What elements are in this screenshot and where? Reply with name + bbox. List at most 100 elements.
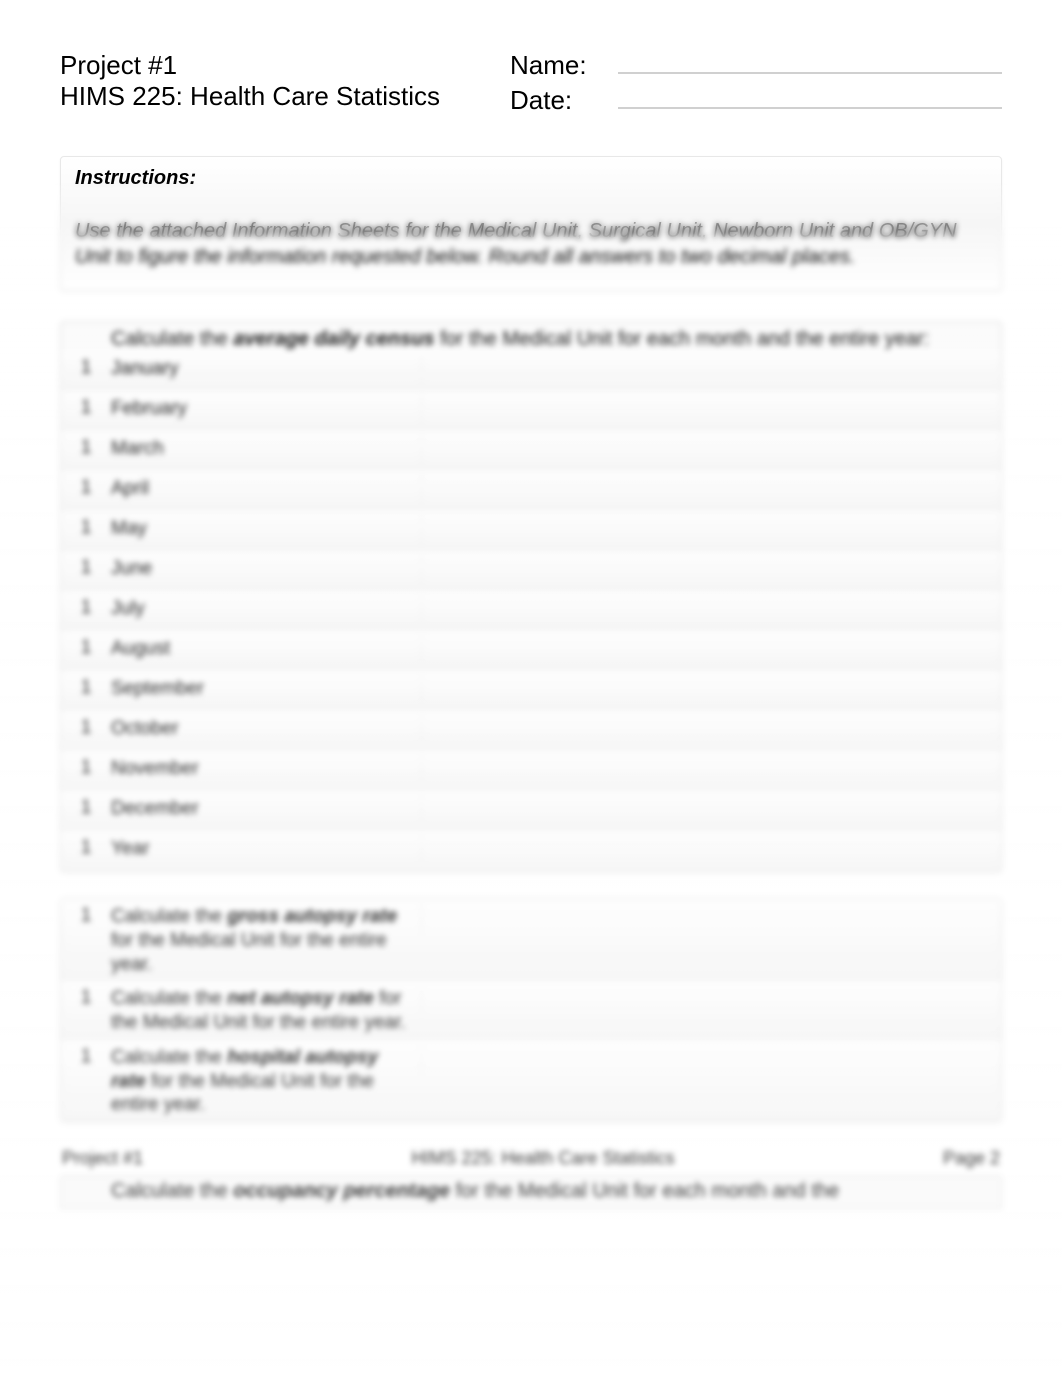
rate-bold: gross autopsy rate xyxy=(227,906,397,927)
course-title: HIMS 225: Health Care Statistics xyxy=(60,81,510,112)
table-row: 1August xyxy=(61,631,1001,671)
rate-prompt: Calculate the gross autopsy rate for the… xyxy=(111,903,421,978)
instructions-heading: Instructions: xyxy=(75,167,987,190)
rates-section: 1Calculate the gross autopsy rate for th… xyxy=(60,898,1002,1122)
row-number: 1 xyxy=(61,835,111,859)
rate-bold: net autopsy rate xyxy=(227,988,374,1009)
row-number: 1 xyxy=(61,555,111,579)
rates-table: 1Calculate the gross autopsy rate for th… xyxy=(61,899,1001,1121)
month-label: May xyxy=(111,515,421,543)
answer-cell[interactable] xyxy=(421,395,955,425)
occupancy-section-partial: Calculate the occupancy percentage for t… xyxy=(60,1175,1002,1208)
row-number: 1 xyxy=(61,903,111,927)
adc-prompt-bold: average daily census xyxy=(233,328,434,350)
row-number: 1 xyxy=(61,755,111,779)
instructions-panel: Instructions: Use the attached Informati… xyxy=(60,156,1002,291)
adc-table: 1January1February1March1April1May1June1J… xyxy=(61,351,1001,871)
answer-cell[interactable] xyxy=(421,715,955,745)
name-label: Name: xyxy=(510,50,610,81)
month-label: December xyxy=(111,795,421,823)
row-number: 1 xyxy=(61,395,111,419)
date-row: Date: xyxy=(510,85,1002,116)
month-label: August xyxy=(111,635,421,663)
month-label: February xyxy=(111,395,421,423)
adc-prompt-numcell xyxy=(61,328,111,351)
table-row: 1June xyxy=(61,551,1001,591)
adc-prompt-row: Calculate the average daily census for t… xyxy=(61,322,1001,351)
table-row: 1Calculate the net autopsy rate for the … xyxy=(61,981,1001,1040)
table-row: 1April xyxy=(61,471,1001,511)
month-label: September xyxy=(111,675,421,703)
row-number: 1 xyxy=(61,715,111,739)
table-row: 1July xyxy=(61,591,1001,631)
row-number: 1 xyxy=(61,985,111,1009)
page-footer: Project #1 HIMS 225: Health Care Statist… xyxy=(62,1148,1000,1169)
footer-right: Page 2 xyxy=(943,1148,1000,1169)
rate-pre: Calculate the xyxy=(111,1047,227,1068)
row-number: 1 xyxy=(61,595,111,619)
answer-cell[interactable] xyxy=(421,435,955,465)
table-row: 1December xyxy=(61,791,1001,831)
row-number: 1 xyxy=(61,435,111,459)
row-number: 1 xyxy=(61,635,111,659)
month-label: November xyxy=(111,755,421,783)
occupancy-prompt-text: Calculate the occupancy percentage for t… xyxy=(111,1180,889,1203)
table-row: 1January xyxy=(61,351,1001,391)
adc-section: Calculate the average daily census for t… xyxy=(60,321,1002,872)
table-row: 1Calculate the gross autopsy rate for th… xyxy=(61,899,1001,981)
footer-center: HIMS 225: Health Care Statistics xyxy=(411,1148,674,1169)
answer-cell[interactable] xyxy=(421,903,955,933)
adc-prompt-pre: Calculate the xyxy=(111,328,233,350)
name-row: Name: xyxy=(510,50,1002,81)
table-row: 1May xyxy=(61,511,1001,551)
month-label: July xyxy=(111,595,421,623)
table-row: 1February xyxy=(61,391,1001,431)
answer-cell[interactable] xyxy=(421,355,955,385)
table-row: 1March xyxy=(61,431,1001,471)
answer-cell[interactable] xyxy=(421,675,955,705)
month-label: January xyxy=(111,355,421,383)
rate-post: for the Medical Unit for the entire year… xyxy=(111,930,387,975)
header-right: Name: Date: xyxy=(510,50,1002,116)
occupancy-bold: occupancy percentage xyxy=(233,1180,450,1202)
rate-post: for the Medical Unit for the entire year… xyxy=(111,1071,374,1116)
header-left: Project #1 HIMS 225: Health Care Statist… xyxy=(60,50,510,116)
row-number: 1 xyxy=(61,795,111,819)
row-number: 1 xyxy=(61,1044,111,1068)
table-row: 1November xyxy=(61,751,1001,791)
answer-cell[interactable] xyxy=(421,795,955,825)
month-label: April xyxy=(111,475,421,503)
answer-cell[interactable] xyxy=(421,1044,955,1074)
rate-pre: Calculate the xyxy=(111,906,227,927)
answer-cell[interactable] xyxy=(421,985,955,1015)
table-row: 1Year xyxy=(61,831,1001,871)
occupancy-pre: Calculate the xyxy=(111,1180,233,1202)
occupancy-post: for the Medical Unit for each month and … xyxy=(450,1180,839,1202)
page-header: Project #1 HIMS 225: Health Care Statist… xyxy=(60,50,1002,116)
instructions-text: Use the attached Information Sheets for … xyxy=(75,218,987,270)
date-field[interactable] xyxy=(618,85,1002,109)
project-title: Project #1 xyxy=(60,50,510,81)
row-number: 1 xyxy=(61,675,111,699)
date-label: Date: xyxy=(510,85,610,116)
month-label: October xyxy=(111,715,421,743)
adc-prompt-post: for the Medical Unit for each month and … xyxy=(435,328,930,350)
answer-cell[interactable] xyxy=(421,555,955,585)
footer-left: Project #1 xyxy=(62,1148,143,1169)
occupancy-numcell xyxy=(61,1180,111,1203)
answer-cell[interactable] xyxy=(421,755,955,785)
rate-pre: Calculate the xyxy=(111,988,227,1009)
answer-cell[interactable] xyxy=(421,635,955,665)
answer-cell[interactable] xyxy=(421,515,955,545)
row-number: 1 xyxy=(61,355,111,379)
rate-prompt: Calculate the net autopsy rate for the M… xyxy=(111,985,421,1037)
row-number: 1 xyxy=(61,515,111,539)
answer-cell[interactable] xyxy=(421,595,955,625)
document-page: Project #1 HIMS 225: Health Care Statist… xyxy=(0,0,1062,1228)
answer-cell[interactable] xyxy=(421,475,955,505)
name-field[interactable] xyxy=(618,50,1002,74)
row-number: 1 xyxy=(61,475,111,499)
table-row: 1September xyxy=(61,671,1001,711)
month-label: Year xyxy=(111,835,421,863)
answer-cell[interactable] xyxy=(421,835,955,865)
